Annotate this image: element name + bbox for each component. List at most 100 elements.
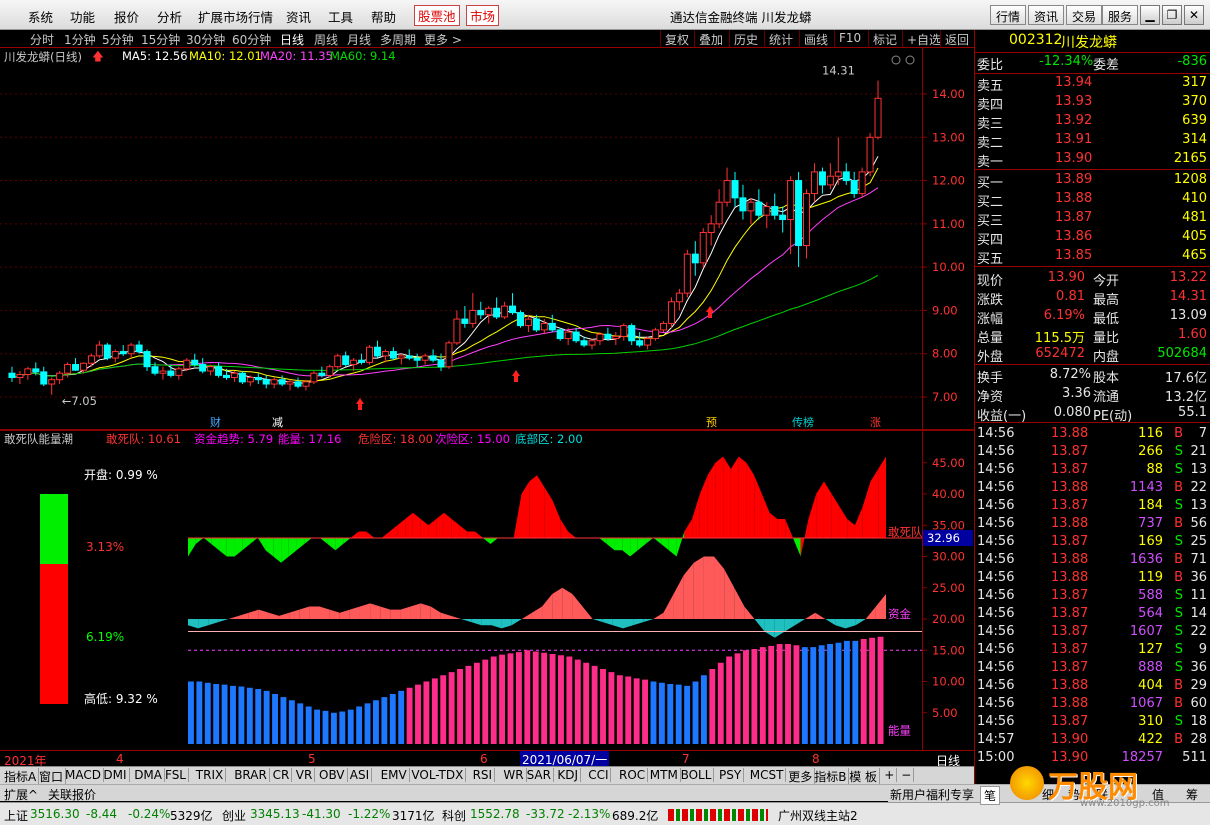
news-button[interactable]: 资讯 — [1028, 5, 1065, 25]
tab-8[interactable]: CR — [271, 768, 293, 782]
tool-overlay[interactable]: 叠加 — [694, 30, 727, 48]
tab-related-quote[interactable]: 关联报价 — [48, 786, 96, 803]
menu-analysis[interactable]: 分析 — [157, 7, 182, 26]
tick-time: 14:56 — [977, 444, 1015, 459]
menu-news[interactable]: 资讯 — [286, 7, 311, 26]
tab-21[interactable]: BOLL — [679, 768, 715, 782]
energy-bar — [734, 653, 741, 744]
fund-area — [430, 606, 441, 619]
tab-17[interactable]: KDJ — [555, 768, 582, 782]
rtab-chou[interactable]: 筹 — [1186, 786, 1198, 803]
tool-draw[interactable]: 画线 — [799, 30, 832, 48]
tool-add-favorite[interactable]: +自选 — [902, 30, 945, 48]
menu-help[interactable]: 帮助 — [371, 7, 396, 26]
tick-volume: 116 — [1138, 426, 1163, 441]
promo-link[interactable]: 新用户福利专享 — [890, 786, 974, 803]
period-more[interactable]: 更多 > — [424, 31, 462, 48]
close-icon[interactable]: ✕ — [1184, 5, 1204, 25]
tab-13[interactable]: VOL-TDX — [409, 768, 467, 782]
tab-20[interactable]: MTM — [648, 768, 681, 782]
menu-function[interactable]: 功能 — [70, 7, 95, 26]
tab-10[interactable]: OBV — [317, 768, 348, 782]
bid-volume: 481 — [1182, 210, 1207, 225]
tab-1[interactable]: 窗口 — [37, 768, 67, 785]
energy-bar — [373, 700, 379, 744]
tab-27[interactable]: + — [882, 768, 898, 782]
service-button[interactable]: 服务 — [1102, 5, 1139, 25]
tab-3[interactable]: DMI — [101, 768, 130, 782]
energy-bar — [507, 653, 514, 744]
gsd-area — [769, 512, 778, 538]
tab-extend[interactable]: 扩展^ — [4, 786, 38, 803]
gsd-area — [250, 537, 258, 544]
tab-6[interactable]: TRIX — [194, 768, 227, 782]
period-60min[interactable]: 60分钟 — [232, 31, 271, 48]
tab-19[interactable]: ROC — [617, 768, 649, 782]
stat-row: 总量 115.5万 量比 1.60 — [975, 327, 1210, 346]
period-1min[interactable]: 1分钟 — [64, 31, 96, 48]
sh-percent: -0.24% — [128, 807, 171, 821]
tab-2[interactable]: MACD — [63, 768, 104, 782]
menu-extended-market[interactable]: 扩展市场行情 — [198, 7, 273, 26]
energy-bar — [263, 690, 270, 744]
period-monthly[interactable]: 月线 — [347, 31, 371, 48]
period-timeshare[interactable]: 分时 — [30, 31, 54, 48]
quote-button[interactable]: 行情 — [990, 5, 1027, 25]
menu-bar: 系统 功能 报价 分析 扩展市场行情 资讯 工具 帮助 股票池 市场 通达信金融… — [0, 0, 1210, 30]
up-arrow-icon: 🡅 — [92, 49, 104, 63]
gsd-area — [715, 456, 724, 538]
tab-18[interactable]: CCI — [586, 768, 612, 782]
period-daily[interactable]: 日线 — [280, 31, 304, 48]
kline-chart[interactable]: 14.00 13.00 12.00 11.00 10.00 9.00 8.00 7.00 14.… — [0, 48, 974, 430]
tab-28[interactable]: − — [899, 768, 915, 782]
tab-22[interactable]: PSY — [717, 768, 745, 782]
tick-row: 14:56 13.87 1607 S 22 — [975, 624, 1210, 642]
period-15min[interactable]: 15分钟 — [141, 31, 180, 48]
tab-7[interactable]: BRAR — [232, 768, 270, 782]
menu-quote[interactable]: 报价 — [114, 7, 139, 26]
menu-tools[interactable]: 工具 — [328, 7, 353, 26]
tab-24[interactable]: 更多 — [786, 768, 816, 785]
fund-area — [451, 615, 462, 619]
trade-button[interactable]: 交易 — [1066, 5, 1103, 25]
tab-25[interactable]: 指标B — [812, 768, 850, 785]
restore-icon[interactable]: ❐ — [1162, 5, 1182, 25]
tool-mark[interactable]: 标记 — [868, 30, 901, 48]
fund-row: 收益(一) 0.080 PE(动) 55.1 — [975, 405, 1210, 424]
tab-14[interactable]: RSI — [471, 768, 496, 782]
tab-26[interactable]: 模 板 — [847, 768, 881, 785]
tool-back[interactable]: 返回 — [940, 30, 973, 48]
candle — [365, 346, 374, 363]
fund-area — [279, 612, 290, 619]
menu-stock-pool[interactable]: 股票池 — [414, 5, 460, 26]
tool-stats[interactable]: 统计 — [764, 30, 797, 48]
tab-9[interactable]: VR — [294, 768, 316, 782]
y-tick-label: 10.00 — [932, 260, 965, 274]
tab-11[interactable]: ASI — [348, 768, 373, 782]
server-name[interactable]: 广州双线主站2 — [778, 807, 858, 824]
candle — [795, 180, 803, 246]
tab-15[interactable]: WR — [501, 768, 527, 782]
candle — [715, 201, 723, 225]
tool-fuquan[interactable]: 复权 — [660, 30, 693, 48]
menu-system[interactable]: 系统 — [28, 7, 53, 26]
tool-history[interactable]: 历史 — [729, 30, 762, 48]
period-5min[interactable]: 5分钟 — [102, 31, 134, 48]
menu-market[interactable]: 市场 — [466, 5, 500, 26]
tab-12[interactable]: EMV — [379, 768, 410, 782]
period-multi[interactable]: 多周期 — [380, 31, 416, 48]
tab-23[interactable]: MCST — [748, 768, 787, 782]
minimize-icon[interactable]: ▁ — [1140, 5, 1160, 25]
tool-f10[interactable]: F10 — [834, 30, 865, 48]
period-weekly[interactable]: 周线 — [314, 31, 338, 48]
rtab-bi[interactable]: 笔 — [980, 786, 1001, 805]
tab-5[interactable]: FSL — [163, 768, 189, 782]
tick-side: B — [1174, 570, 1183, 585]
period-30min[interactable]: 30分钟 — [186, 31, 225, 48]
tab-0[interactable]: 指标A — [2, 768, 40, 785]
tab-16[interactable]: SAR — [525, 768, 554, 782]
fund-area — [228, 615, 239, 619]
kc-label: 科创 — [442, 809, 467, 823]
tab-4[interactable]: DMA — [132, 768, 165, 782]
gsd-area — [630, 538, 638, 557]
